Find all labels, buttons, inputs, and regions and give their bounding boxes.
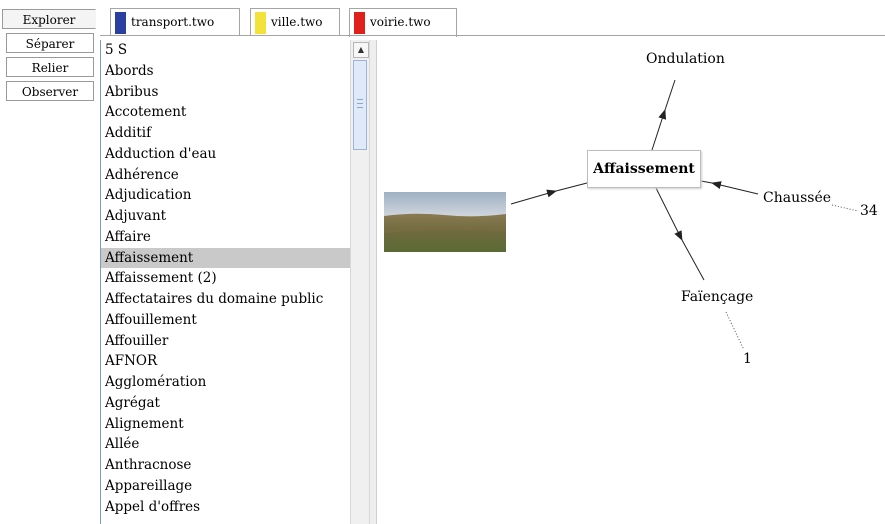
tab-explorer[interactable]: Explorer	[2, 9, 96, 29]
list-item[interactable]: Adjudication	[101, 185, 351, 206]
graph-center-node[interactable]: Affaissement	[587, 150, 701, 188]
landscape-photo[interactable]	[384, 192, 506, 252]
file-tab-label: transport.two	[131, 15, 215, 29]
tab-observer[interactable]: Observer	[6, 81, 94, 101]
list-item[interactable]: Accotement	[101, 102, 351, 123]
file-tab-ville[interactable]: ville.two	[250, 8, 340, 36]
edge-faiencage-count	[725, 311, 745, 351]
edge-chaussee-count	[831, 204, 859, 212]
list-item[interactable]: Adduction d'eau	[101, 144, 351, 165]
list-item[interactable]: Appareillage	[101, 476, 351, 497]
list-item[interactable]: Affouillement	[101, 310, 351, 331]
graph-count-chaussee: 34	[860, 203, 878, 219]
list-item[interactable]: Adjuvant	[101, 206, 351, 227]
file-tab-voirie[interactable]: voirie.two	[349, 8, 457, 37]
tab-relier[interactable]: Relier	[6, 57, 94, 77]
graph-node-ondulation[interactable]: Ondulation	[646, 51, 725, 67]
list-item[interactable]: Alignement	[101, 414, 351, 435]
graph-node-faiencage[interactable]: Faïençage	[681, 289, 753, 305]
list-item[interactable]: Affaissement (2)	[101, 268, 351, 289]
list-item[interactable]: Affouiller	[101, 331, 351, 352]
file-tab-label: voirie.two	[370, 15, 431, 29]
list-item[interactable]: Agglomération	[101, 372, 351, 393]
graph-count-faiencage: 1	[743, 351, 752, 367]
list-item[interactable]: Affectataires du domaine public	[101, 289, 351, 310]
list-item[interactable]: Agrégat	[101, 393, 351, 414]
list-item[interactable]: Affaissement	[101, 247, 351, 269]
tab-color-swatch	[115, 12, 126, 34]
list-scrollbar[interactable]: ▲	[350, 40, 370, 524]
list-item[interactable]: Affaire	[101, 227, 351, 248]
tab-color-swatch	[354, 12, 365, 34]
edge-chaussee-center	[711, 181, 759, 195]
scroll-thumb[interactable]	[353, 60, 367, 150]
list-item[interactable]: Allée	[101, 434, 351, 455]
edge-center-faiencage	[655, 187, 683, 241]
side-tab-panel: Explorer Séparer Relier Observer	[0, 0, 98, 524]
splitter-handle[interactable]	[370, 40, 377, 524]
file-tab-transport[interactable]: transport.two	[110, 8, 240, 36]
list-item[interactable]: 5 S	[101, 40, 351, 61]
list-item[interactable]: AFNOR	[101, 351, 351, 372]
list-item[interactable]: Appel d'offres	[101, 497, 351, 518]
tab-color-swatch	[255, 12, 266, 34]
edge-center-ondulation	[651, 109, 667, 151]
tab-separer[interactable]: Séparer	[6, 33, 94, 53]
file-tab-label: ville.two	[271, 15, 323, 29]
edge-photo-center	[510, 189, 557, 205]
concept-graph	[510, 79, 859, 351]
list-item[interactable]: Additif	[101, 123, 351, 144]
scroll-up-button[interactable]: ▲	[353, 42, 369, 58]
list-item[interactable]: Abribus	[101, 82, 351, 103]
graph-node-chaussee[interactable]: Chaussée	[763, 190, 831, 206]
list-item[interactable]: Abords	[101, 61, 351, 82]
list-item[interactable]: Anthracnose	[101, 455, 351, 476]
list-item[interactable]: Adhérence	[101, 165, 351, 186]
term-list[interactable]: 5 S Abords Abribus Accotement Additif Adducti…	[100, 40, 351, 524]
